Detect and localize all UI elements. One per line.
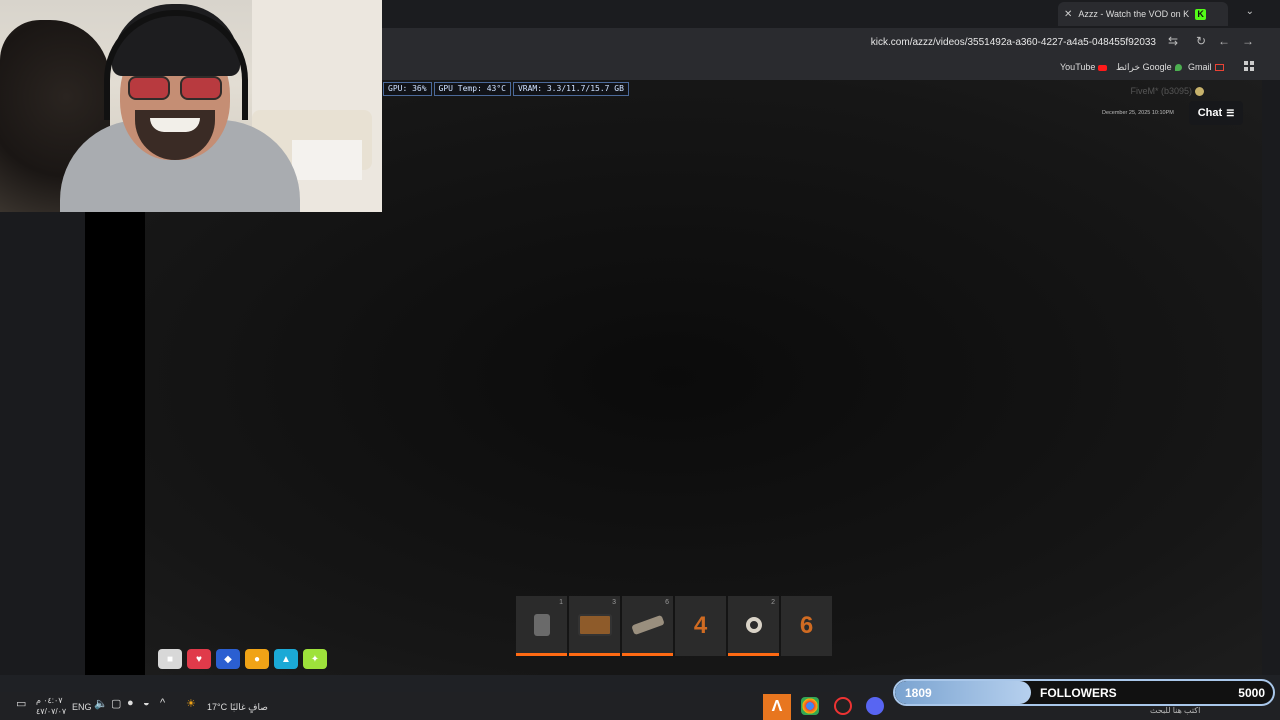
hotbar-slot-1[interactable]: 1 [516, 596, 567, 656]
tab-search-icon[interactable]: ⌄ [1246, 6, 1254, 17]
stream-date: December 25, 2025 10:10PM [1102, 110, 1174, 116]
microphone-icon[interactable]: ● [127, 697, 134, 709]
weather-icon: ☀ [186, 698, 196, 710]
fivem-build: FiveM* (b3095) [1130, 86, 1204, 97]
smile [150, 118, 200, 132]
tray-chevron-icon[interactable]: ^ [160, 697, 165, 709]
hotbar-slot-6[interactable]: 6 [781, 596, 832, 656]
ring-icon [745, 616, 762, 633]
hotbar-slot-3[interactable]: 6 [622, 596, 673, 656]
maps-icon [1174, 64, 1182, 72]
taskbar-search[interactable]: اكتب هنا للبحث [1150, 706, 1200, 715]
followers-current: 1809 [905, 686, 932, 700]
health-icon: ♥ [187, 649, 211, 669]
expand-chat-icon: ☰ [1226, 107, 1235, 118]
youtube-icon [1098, 64, 1108, 71]
player-status: ■ ♥ ◆ ● ▲ ✦ [158, 649, 327, 669]
wifi-icon[interactable]: ◒ [143, 697, 150, 709]
followers-label: FOLLOWERS [1040, 686, 1117, 700]
ammo-box-icon [577, 613, 612, 636]
perf-gpu: GPU: 36% [383, 82, 432, 96]
chat-label: Chat [1197, 107, 1223, 119]
hotbar-slot-2[interactable]: 3 [569, 596, 620, 656]
perf-vram: VRAM: 3.3/11.7/15.7 GB [512, 82, 629, 96]
hotbar-slot-5[interactable]: 2 [728, 596, 779, 656]
site-settings-icon[interactable]: ⇆ [1168, 34, 1178, 48]
language-indicator[interactable]: ENG [72, 702, 92, 712]
url-field[interactable]: kick.com/azzz/videos/3551492a-a360-4227-… [871, 37, 1156, 48]
followers-goal: 5000 [1238, 686, 1265, 700]
weather-desc[interactable]: صافٍ غالبًا [230, 702, 268, 713]
inventory-hotbar: 1 3 6 4 2 6 [516, 596, 832, 656]
tab-title: Azzz - Watch the VOD on K [1078, 9, 1190, 19]
hotbar-slot-4[interactable]: 4 [675, 596, 726, 656]
bookmark-youtube[interactable]: YouTube [1060, 62, 1108, 72]
taskbar-date[interactable]: ٤٧/٠٧/٠٧ [36, 707, 66, 716]
weather-temp[interactable]: 17°C [207, 702, 227, 712]
knife-icon [630, 614, 665, 635]
back-button[interactable]: ← [1218, 34, 1230, 48]
bookmark-google-maps[interactable]: خرائط Google [1116, 62, 1182, 73]
sunglasses [128, 76, 222, 102]
app-icon-red[interactable] [834, 697, 852, 715]
network-icon[interactable]: ▢ [111, 697, 121, 710]
webcam-feed [0, 0, 382, 212]
side-table [292, 140, 362, 180]
fivem-icon [1195, 87, 1204, 97]
perf-overlay: GPU: 36% GPU Temp: 43°C VRAM: 3.3/11.7/1… [383, 82, 631, 96]
gmail-icon [1214, 64, 1224, 72]
stamina-icon: ✦ [303, 649, 327, 669]
pistol-icon [533, 613, 550, 636]
tab-close-icon[interactable]: ✕ [1064, 9, 1072, 20]
volume-icon[interactable]: 🔈 [94, 697, 108, 710]
forward-button[interactable]: → [1242, 34, 1254, 48]
water-icon: ▲ [274, 649, 298, 669]
armor-icon: ■ [158, 649, 182, 669]
chat-button[interactable]: Chat ☰ [1189, 101, 1243, 125]
discord-icon[interactable] [866, 697, 884, 715]
notification-icon[interactable]: ▭ [16, 697, 26, 710]
reload-button[interactable]: ↻ [1196, 34, 1206, 48]
chrome-icon[interactable] [801, 697, 819, 715]
kick-logo-icon: K [1195, 8, 1207, 20]
followers-goal-bar: 1809 FOLLOWERS 5000 [893, 679, 1275, 706]
apps-grid-icon[interactable] [1244, 61, 1254, 71]
perf-gpu-temp: GPU Temp: 43°C [433, 82, 511, 96]
food-icon: ● [245, 649, 269, 669]
taskbar-time[interactable]: ٠٤:٠٧ م [36, 696, 63, 705]
shield-icon: ◆ [216, 649, 240, 669]
bookmark-gmail[interactable]: Gmail [1188, 62, 1224, 72]
browser-tab[interactable]: ✕ Azzz - Watch the VOD on K K [1058, 2, 1228, 26]
app-launcher-icon[interactable]: Λ [763, 694, 791, 720]
